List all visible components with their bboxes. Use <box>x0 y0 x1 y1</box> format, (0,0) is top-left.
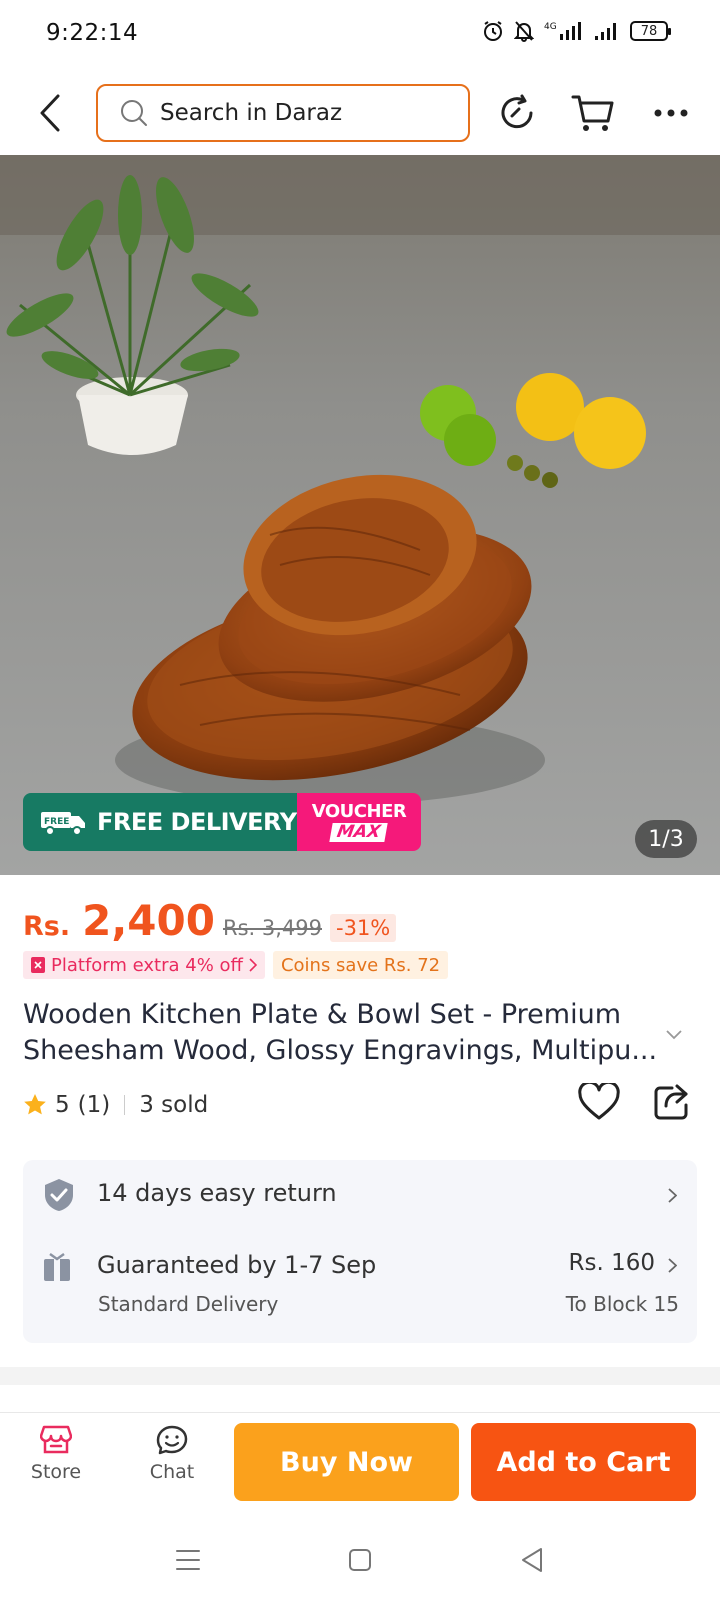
coins-tag[interactable]: Coins save Rs. 72 <box>272 951 449 979</box>
product-image-gallery[interactable] <box>0 155 720 875</box>
status-icons: 4G 78 <box>482 20 671 42</box>
buy-now-button[interactable]: Buy Now <box>234 1423 459 1501</box>
triangle-back-icon <box>522 1548 542 1572</box>
product-title: Wooden Kitchen Plate & Bowl Set - Premiu… <box>23 997 663 1069</box>
chat-label: Chat <box>149 1461 195 1483</box>
product-title-line-1: Wooden Kitchen Plate & Bowl Set - Premiu… <box>23 999 621 1030</box>
search-bar[interactable] <box>96 84 470 142</box>
chevron-right-icon <box>668 1188 677 1203</box>
price-row: Rs. 2,400 Rs. 3,499 -31% <box>23 896 397 945</box>
discount-badge: -31% <box>330 914 397 942</box>
more-dots-icon <box>654 109 688 117</box>
shield-check-icon <box>45 1179 73 1211</box>
return-policy-text: 14 days easy return <box>97 1179 337 1207</box>
price-currency: Rs. <box>23 911 71 942</box>
chevron-right-icon <box>668 1258 677 1273</box>
service-info-card: 14 days easy return Guaranteed by 1-7 Se… <box>23 1160 697 1343</box>
original-price: Rs. 3,499 <box>222 916 322 940</box>
back-button[interactable] <box>30 88 70 138</box>
return-policy-row[interactable]: 14 days easy return <box>23 1160 697 1228</box>
store-icon <box>40 1425 72 1454</box>
signal-4g-icon: 4G <box>544 22 581 40</box>
search-icon <box>121 100 147 126</box>
free-delivery-badge: FREE FREE DELIVERY <box>23 793 297 851</box>
image-counter: 1/3 <box>635 820 697 858</box>
header <box>0 76 720 152</box>
divider <box>124 1095 126 1115</box>
delivery-fee: Rs. 160 <box>568 1250 656 1276</box>
svg-text:FREE: FREE <box>44 817 69 827</box>
battery-icon: 78 <box>630 21 671 41</box>
voucher-label: VOUCHER <box>311 800 407 822</box>
system-nav-bar <box>0 1516 720 1600</box>
heart-icon <box>578 1080 620 1120</box>
square-home-icon <box>349 1549 371 1571</box>
status-time: 9:22:14 <box>46 20 139 46</box>
share-icon <box>654 1084 688 1120</box>
refresh-history-icon <box>501 94 533 129</box>
delivery-location: To Block 15 <box>565 1292 679 1316</box>
title-expand-button[interactable] <box>666 1025 682 1044</box>
chat-icon <box>156 1425 188 1455</box>
section-divider <box>0 1367 720 1385</box>
alarm-icon <box>484 21 502 41</box>
package-icon <box>44 1252 70 1281</box>
battery-level: 78 <box>640 23 658 39</box>
more-button[interactable] <box>646 88 696 138</box>
menu-lines-icon <box>176 1550 200 1570</box>
system-back-button[interactable] <box>512 1540 552 1580</box>
mute-bell-icon <box>514 21 534 42</box>
history-button[interactable] <box>492 88 542 138</box>
platform-discount-label: Platform extra 4% off <box>51 954 243 976</box>
chevron-left-icon <box>40 94 60 132</box>
wishlist-button[interactable] <box>578 1080 620 1125</box>
search-input[interactable] <box>160 100 440 126</box>
cart-icon <box>571 95 614 131</box>
add-to-cart-button[interactable]: Add to Cart <box>471 1423 696 1501</box>
rating-row[interactable]: 5 (1) 3 sold <box>23 1092 208 1118</box>
platform-discount-tag[interactable]: Platform extra 4% off <box>23 951 265 979</box>
chevron-right-icon <box>249 958 257 972</box>
signal-icon <box>595 23 616 40</box>
product-title-line-2: Sheesham Wood, Glossy Engravings, Multip… <box>23 1035 658 1066</box>
bottom-action-bar: Store Chat Buy Now Add to Cart <box>0 1412 720 1516</box>
chevron-down-icon <box>666 1030 682 1040</box>
sold-count: 3 sold <box>139 1092 209 1118</box>
current-price: 2,400 <box>82 896 215 945</box>
chat-button[interactable]: Chat <box>127 1425 217 1483</box>
free-delivery-voucher-banner[interactable]: FREE FREE DELIVERY VOUCHER MAX <box>23 793 421 851</box>
delivery-guarantee-text: Guaranteed by 1-7 Sep <box>97 1251 377 1279</box>
voucher-max-badge: VOUCHER MAX <box>297 793 421 851</box>
rating-value: 5 <box>55 1092 70 1118</box>
home-button[interactable] <box>340 1540 380 1580</box>
recent-apps-button[interactable] <box>168 1540 208 1580</box>
status-bar: 9:22:14 4G 78 <box>0 0 720 70</box>
star-icon <box>24 1094 46 1115</box>
store-label: Store <box>30 1461 82 1483</box>
max-label: MAX <box>329 822 389 842</box>
product-photo <box>0 155 720 875</box>
promo-tags: Platform extra 4% off Coins save Rs. 72 <box>23 951 449 979</box>
delivery-truck-icon: FREE <box>41 812 85 836</box>
rating-count: (1) <box>77 1092 111 1118</box>
delivery-row[interactable]: Guaranteed by 1-7 Sep Standard Delivery … <box>23 1232 697 1337</box>
delivery-type: Standard Delivery <box>98 1292 279 1316</box>
cart-button[interactable] <box>568 88 618 138</box>
share-button[interactable] <box>652 1083 690 1125</box>
coins-label: Coins save Rs. 72 <box>280 954 441 976</box>
store-button[interactable]: Store <box>11 1425 101 1483</box>
svg-text:4G: 4G <box>544 22 557 32</box>
free-delivery-label: FREE DELIVERY <box>97 808 297 836</box>
voucher-icon <box>31 957 45 973</box>
